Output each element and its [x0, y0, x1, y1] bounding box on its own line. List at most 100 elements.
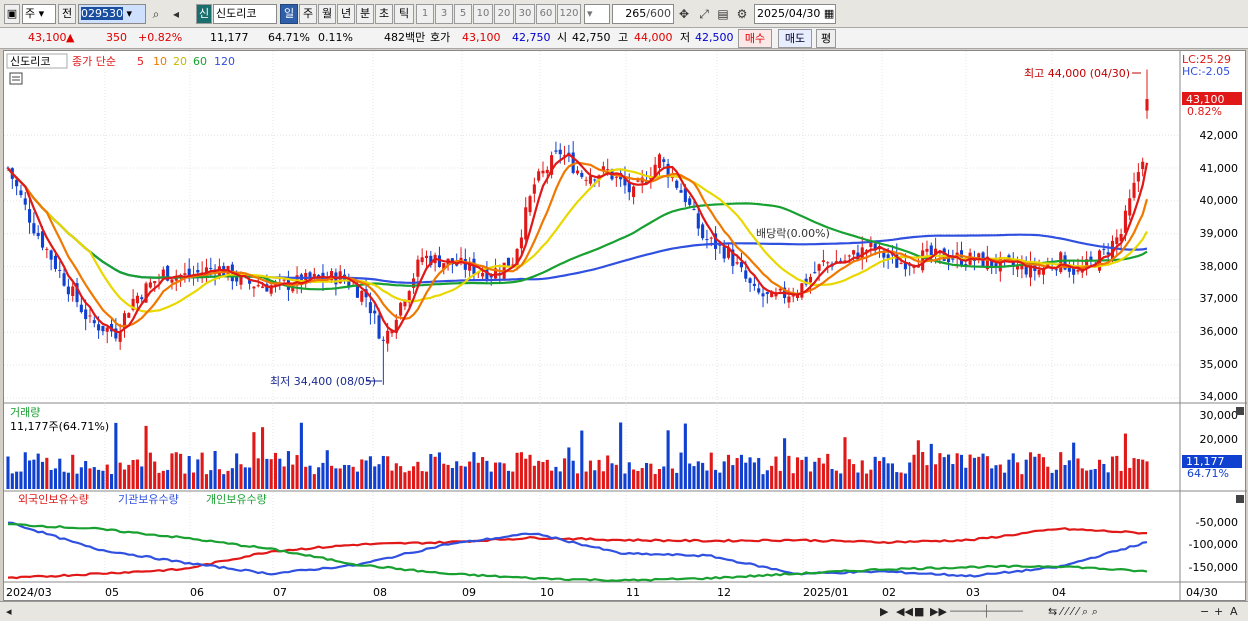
ma60-line	[7, 167, 1148, 291]
candle-body	[399, 302, 403, 316]
period-tick-button[interactable]: 틱	[394, 4, 414, 24]
price-change: 350	[106, 31, 127, 44]
buy-button[interactable]: 매수	[738, 29, 772, 48]
save-icon[interactable]: ▤	[715, 6, 731, 22]
price-axis-label: 41,000	[1200, 162, 1239, 175]
gear-icon[interactable]: ⚙	[734, 6, 750, 22]
search-icon[interactable]: ⌕	[148, 6, 164, 22]
candle-body	[153, 281, 157, 284]
volume-bar	[972, 457, 976, 489]
forward-icon[interactable]: ▶▶	[930, 604, 947, 620]
candle-body	[161, 269, 165, 277]
crosshair-icon[interactable]: ✥	[676, 6, 692, 22]
candle-body	[105, 327, 109, 332]
candle-body	[97, 324, 101, 331]
volume-bar	[217, 469, 221, 489]
period-year-button[interactable]: 년	[337, 4, 355, 24]
price-axis-label: 35,000	[1200, 358, 1239, 371]
calc-icon[interactable]	[9, 72, 23, 85]
candle-body	[101, 325, 105, 332]
candle-body	[675, 180, 679, 188]
bid-value: 42,750	[512, 31, 551, 44]
volume-bar	[959, 454, 964, 489]
period-type-select[interactable]: 주 ▾	[22, 4, 56, 24]
low-value: 42,500	[695, 31, 734, 44]
custom-num-select[interactable]: ▾	[584, 4, 610, 24]
num-button[interactable]: 5	[454, 4, 472, 24]
volume-info: 11,177주(64.71%)	[10, 420, 109, 433]
volume-bar	[71, 454, 75, 489]
volume-bar	[140, 466, 144, 489]
period-month-button[interactable]: 월	[318, 4, 336, 24]
window-menu-icon[interactable]: ▣	[4, 4, 20, 24]
volume-bar	[75, 473, 79, 489]
candle-body	[252, 286, 256, 289]
legend-individual: 개인보유수량	[206, 493, 267, 506]
num-button[interactable]: 60	[536, 4, 556, 24]
speaker-icon[interactable]: ◂	[168, 6, 184, 22]
chart-area[interactable]: 신도리코 종가 단순 5 10 20 60 120 LC:25.29 HC:-2…	[3, 50, 1247, 602]
volume-bar	[118, 462, 122, 489]
code-input[interactable]: 029530 ▾	[78, 4, 146, 24]
volume-bar	[946, 454, 951, 489]
period-minute-button[interactable]: 분	[356, 4, 374, 24]
volume-bar	[79, 467, 83, 489]
scale-icon[interactable]: ⤢	[696, 6, 712, 22]
candle-body	[1076, 269, 1080, 272]
volume-close-icon[interactable]	[1236, 407, 1244, 415]
bottom-scrollbar[interactable]: ◂ ▶ ◀◀ ■ ▶▶ ─────┼───── ⇆ ⁄ ⁄ ⁄ ⁄ ⌕ ⌕ − …	[0, 601, 1248, 621]
volume-bar	[683, 423, 687, 489]
font-icon[interactable]: A	[1230, 604, 1238, 620]
candle-body	[481, 272, 485, 277]
volume-bar	[925, 465, 929, 489]
volume-bar	[791, 473, 795, 489]
volume-bar	[1145, 461, 1149, 489]
holdings-close-icon[interactable]	[1236, 495, 1244, 503]
num-button[interactable]: 20	[494, 4, 514, 24]
volume-bar	[166, 469, 170, 489]
volume-bar	[834, 470, 838, 489]
num-button[interactable]: 120	[557, 4, 581, 24]
volume-bar	[235, 453, 239, 489]
period-second-button[interactable]: 초	[375, 4, 393, 24]
zoom-in-icon[interactable]: +	[1214, 604, 1223, 620]
candle-body	[312, 273, 316, 277]
num-button[interactable]: 10	[473, 4, 493, 24]
period-week-button[interactable]: 주	[299, 4, 317, 24]
tool-icons[interactable]: ⇆ ⁄ ⁄ ⁄ ⁄ ⌕ ⌕	[1048, 604, 1098, 620]
prev-button[interactable]: 전	[58, 4, 76, 24]
candle-body	[524, 207, 528, 240]
volume-bar	[554, 466, 558, 489]
volume-bar	[567, 447, 571, 489]
candle-body	[847, 255, 851, 257]
stop-icon[interactable]: ■	[914, 604, 924, 620]
num-button[interactable]: 3	[435, 4, 453, 24]
avg-button[interactable]: 평	[816, 29, 836, 48]
candle-body	[118, 331, 122, 342]
num-button[interactable]: 30	[515, 4, 535, 24]
play-icon[interactable]: ▶	[880, 604, 888, 620]
rewind-icon[interactable]: ◀◀	[896, 604, 913, 620]
count-field[interactable]: 265/600	[612, 4, 674, 24]
stock-chart[interactable]: 신도리코 종가 단순 5 10 20 60 120 LC:25.29 HC:-2…	[4, 51, 1247, 602]
candle-body	[584, 179, 588, 181]
candle-body	[1102, 248, 1106, 250]
zoom-slider[interactable]: ─────┼─────	[950, 604, 1023, 620]
date-field[interactable]: 2025/04/30 ▦	[754, 4, 836, 24]
num-button[interactable]: 1	[416, 4, 434, 24]
candle-body	[752, 283, 756, 286]
date-label: 06	[190, 586, 204, 599]
scroll-left-icon[interactable]: ◂	[6, 604, 12, 620]
zoom-out-icon[interactable]: −	[1200, 604, 1209, 620]
volume-bar	[1063, 464, 1067, 489]
volume-bar	[502, 463, 506, 489]
candle-body	[368, 302, 372, 314]
volume-bar	[541, 461, 545, 489]
candle-body	[528, 196, 532, 213]
volume-bar	[701, 462, 705, 489]
sell-button[interactable]: 매도	[778, 29, 812, 48]
period-day-button[interactable]: 일	[280, 4, 298, 24]
volume-bar	[619, 422, 623, 489]
holdings-lines	[7, 521, 1148, 583]
volume-bar	[588, 460, 592, 489]
